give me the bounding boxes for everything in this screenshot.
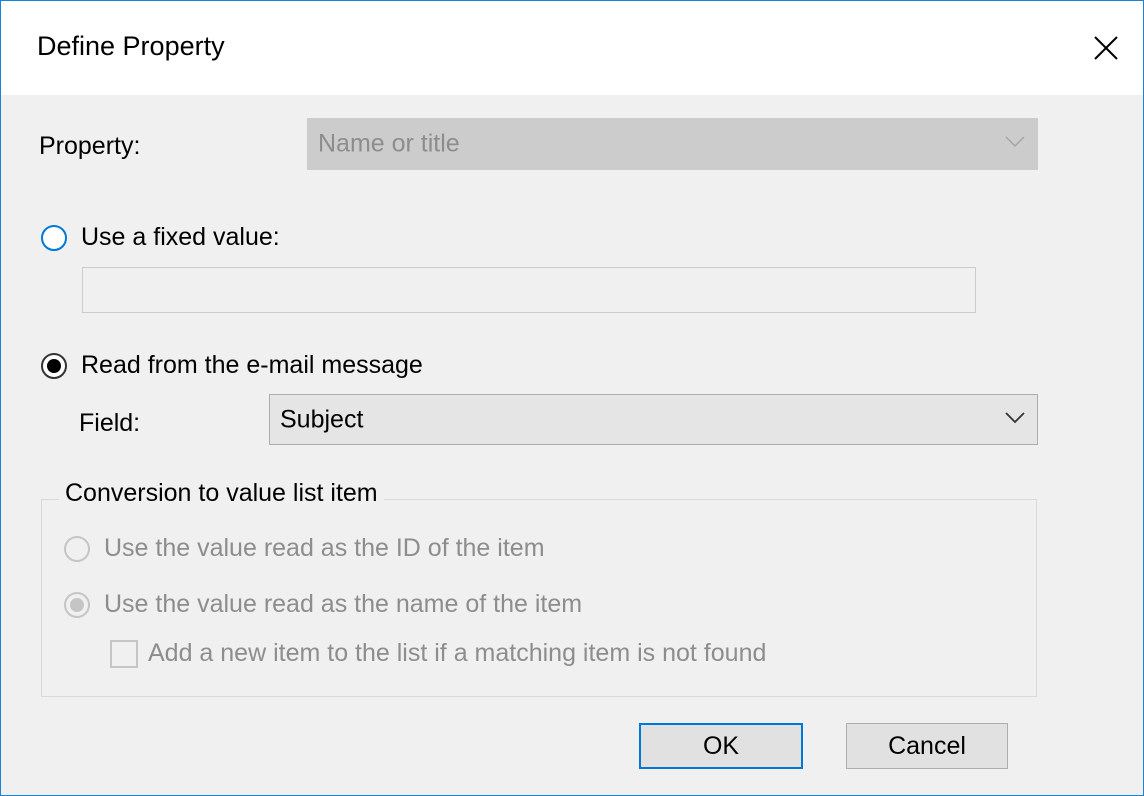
close-icon[interactable] xyxy=(1081,23,1131,73)
use-name-label[interactable]: Use the value read as the name of the it… xyxy=(104,590,582,619)
ok-button[interactable]: OK xyxy=(639,723,803,769)
read-from-email-label[interactable]: Read from the e-mail message xyxy=(81,351,423,380)
chevron-down-icon xyxy=(1005,135,1025,153)
field-select[interactable]: Subject xyxy=(269,394,1038,445)
read-from-email-radio[interactable] xyxy=(41,353,67,379)
add-new-item-label[interactable]: Add a new item to the list if a matching… xyxy=(148,639,766,668)
fixed-value-radio[interactable] xyxy=(41,225,67,251)
cancel-button[interactable]: Cancel xyxy=(846,723,1008,769)
fixed-value-label[interactable]: Use a fixed value: xyxy=(81,223,280,252)
property-label: Property: xyxy=(39,132,141,160)
property-select-value: Name or title xyxy=(318,129,460,158)
field-label: Field: xyxy=(79,409,141,437)
title-bar: Define Property xyxy=(1,1,1143,95)
use-id-radio[interactable] xyxy=(64,536,90,562)
use-id-label[interactable]: Use the value read as the ID of the item xyxy=(104,534,545,563)
fixed-value-input[interactable] xyxy=(82,267,976,313)
field-select-value: Subject xyxy=(280,405,364,433)
define-property-dialog: Define Property Property: Name or title … xyxy=(0,0,1144,796)
use-name-radio[interactable] xyxy=(64,592,90,618)
add-new-item-checkbox[interactable] xyxy=(110,640,138,668)
dialog-title: Define Property xyxy=(37,31,225,61)
property-select[interactable]: Name or title xyxy=(307,118,1038,170)
chevron-down-icon xyxy=(1005,411,1025,429)
conversion-caption: Conversion to value list item xyxy=(59,479,384,508)
